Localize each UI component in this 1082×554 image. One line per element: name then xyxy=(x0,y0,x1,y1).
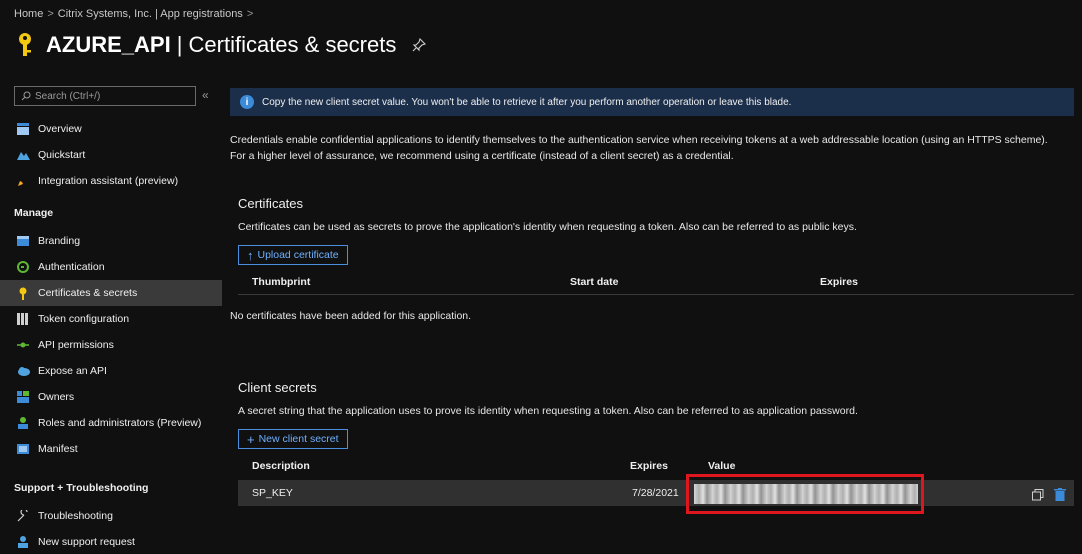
credentials-intro: Credentials enable confidential applicat… xyxy=(230,134,1048,162)
sidebar-item-label: Manifest xyxy=(38,443,78,455)
sidebar-item-integration-assistant[interactable]: Integration assistant (preview) xyxy=(0,168,222,194)
column-thumbprint: Thumbprint xyxy=(252,276,311,288)
new-client-secret-label: New client secret xyxy=(258,433,339,445)
certificates-description: Certificates can be used as secrets to p… xyxy=(238,221,857,233)
divider xyxy=(238,294,1074,295)
sidebar-item-label: Owners xyxy=(38,391,75,403)
search-input[interactable]: Search (Ctrl+/) xyxy=(14,86,196,106)
sidebar-item-label: Roles and administrators (Preview) xyxy=(38,417,202,429)
table-row[interactable]: SP_KEY 7/28/2021 xyxy=(238,480,1074,506)
breadcrumb-separator: > xyxy=(47,8,54,20)
breadcrumb: Home > Citrix Systems, Inc. | App registra… xyxy=(14,8,257,20)
wrench-icon xyxy=(16,509,30,523)
info-icon: i xyxy=(240,95,254,109)
secret-expires: 7/28/2021 xyxy=(632,487,679,499)
support-person-icon xyxy=(16,535,30,549)
sidebar-item-label: Quickstart xyxy=(38,149,86,161)
upload-icon: ↑ xyxy=(247,247,254,263)
plus-icon: + xyxy=(247,431,255,447)
sidebar-item-certificates-secrets[interactable]: Certificates & secrets xyxy=(0,280,222,306)
copy-icon[interactable] xyxy=(1032,489,1044,501)
sidebar-item-roles-administrators[interactable]: Roles and administrators (Preview) xyxy=(0,410,222,436)
empty-certificates-message: No certificates have been added for this… xyxy=(230,310,472,322)
column-start-date: Start date xyxy=(570,276,619,288)
sidebar-item-label: Overview xyxy=(38,123,82,135)
rocket-icon xyxy=(16,174,30,188)
sidebar-item-label: Authentication xyxy=(38,261,105,273)
app-name: AZURE_API xyxy=(46,32,171,57)
key-icon xyxy=(16,286,30,300)
delete-icon[interactable] xyxy=(1054,488,1066,501)
sidebar-item-label: New support request xyxy=(38,536,135,548)
upload-certificate-button[interactable]: ↑ Upload certificate xyxy=(238,245,348,265)
sidebar-item-owners[interactable]: Owners xyxy=(0,384,222,410)
sidebar-item-troubleshooting[interactable]: Troubleshooting xyxy=(0,503,222,529)
sidebar-item-new-support-request[interactable]: New support request xyxy=(0,529,222,554)
search-placeholder: Search (Ctrl+/) xyxy=(35,90,101,102)
sidebar-item-label: Integration assistant (preview) xyxy=(38,175,179,187)
quickstart-icon xyxy=(16,148,30,162)
sidebar-item-label: Branding xyxy=(38,235,81,247)
sidebar-item-branding[interactable]: Branding xyxy=(0,228,222,254)
main-content: i Copy the new client secret value. You … xyxy=(230,80,1082,554)
client-secrets-title: Client secrets xyxy=(238,380,317,395)
certificates-title: Certificates xyxy=(238,196,304,211)
support-header: Support + Troubleshooting xyxy=(14,482,149,494)
sidebar-item-token-configuration[interactable]: Token configuration xyxy=(0,306,222,332)
new-client-secret-button[interactable]: + New client secret xyxy=(238,429,348,449)
sidebar: Search (Ctrl+/) « Overview Quickstart In… xyxy=(0,80,222,554)
column-secret-expires: Expires xyxy=(630,460,668,472)
api-permissions-icon xyxy=(16,338,30,352)
sidebar-item-quickstart[interactable]: Quickstart xyxy=(0,142,222,168)
client-secrets-description: A secret string that the application use… xyxy=(238,405,858,417)
cloud-icon xyxy=(16,364,30,378)
breadcrumb-home[interactable]: Home xyxy=(14,8,43,20)
page-title: AZURE_API | Certificates & secrets xyxy=(14,28,427,62)
banner-text: Copy the new client secret value. You wo… xyxy=(262,96,792,108)
pin-icon[interactable] xyxy=(412,38,427,52)
sidebar-item-label: Token configuration xyxy=(38,313,130,325)
column-description: Description xyxy=(252,460,310,472)
info-banner: i Copy the new client secret value. You … xyxy=(230,88,1074,116)
column-expires: Expires xyxy=(820,276,858,288)
sidebar-item-authentication[interactable]: Authentication xyxy=(0,254,222,280)
sidebar-item-label: Expose an API xyxy=(38,365,107,377)
search-icon xyxy=(21,91,31,101)
sidebar-item-overview[interactable]: Overview xyxy=(0,116,222,142)
overview-icon xyxy=(16,122,30,136)
upload-certificate-label: Upload certificate xyxy=(257,249,339,261)
authentication-icon xyxy=(16,260,30,274)
breadcrumb-separator: > xyxy=(246,8,254,20)
sidebar-item-label: Troubleshooting xyxy=(38,510,113,522)
manage-header: Manage xyxy=(14,207,54,219)
token-icon xyxy=(16,312,30,326)
branding-icon xyxy=(16,234,30,248)
breadcrumb-app-registrations[interactable]: Citrix Systems, Inc. | App registrations xyxy=(58,8,243,20)
secret-description: SP_KEY xyxy=(252,487,293,499)
sidebar-item-expose-api[interactable]: Expose an API xyxy=(0,358,222,384)
page-subtitle: | Certificates & secrets xyxy=(176,32,397,57)
sidebar-item-api-permissions[interactable]: API permissions xyxy=(0,332,222,358)
key-icon xyxy=(19,33,31,56)
sidebar-item-manifest[interactable]: Manifest xyxy=(0,436,222,462)
column-value: Value xyxy=(708,460,736,472)
collapse-sidebar-button[interactable]: « xyxy=(202,88,209,102)
sidebar-item-label: Certificates & secrets xyxy=(38,287,138,299)
value-highlight-box xyxy=(686,474,924,514)
roles-icon xyxy=(16,416,30,430)
owners-icon xyxy=(16,390,30,404)
sidebar-item-label: API permissions xyxy=(38,339,114,351)
manifest-icon xyxy=(16,442,30,456)
